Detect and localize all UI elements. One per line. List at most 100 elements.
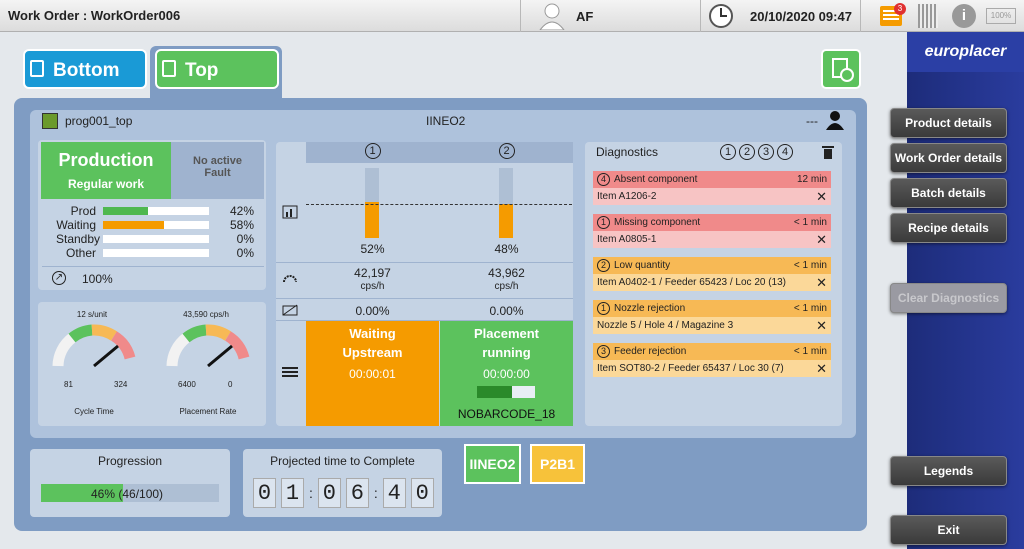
filter-1[interactable]: 1 — [720, 144, 736, 160]
diagnostics-title: Diagnostics — [596, 145, 659, 159]
head-status-line2: Upstream — [342, 345, 403, 360]
machine-name: IINEO2 — [426, 114, 466, 128]
progression-title: Progression — [97, 454, 163, 468]
gauge-dial — [166, 324, 250, 368]
tab-bottom-label: Bottom — [53, 60, 120, 81]
diagnostic-title: Missing component — [614, 217, 701, 228]
barcode-icon[interactable] — [918, 4, 938, 28]
rejection-icon — [282, 304, 298, 319]
line-machine-p2b1[interactable]: P2B1 — [530, 444, 585, 484]
gauge-min: 6400 — [178, 380, 196, 389]
filter-2[interactable]: 2 — [739, 144, 755, 160]
work-order-details-button[interactable]: Work Order details — [890, 143, 1007, 173]
head-number-badge: 2 — [498, 143, 515, 159]
program-name: prog001_top — [65, 114, 133, 128]
battery-icon: 100% — [986, 8, 1016, 24]
prod-row-label: Standby — [56, 232, 101, 246]
head-rejection: 0.00% — [489, 304, 524, 318]
head-rejection: 0.00% — [355, 304, 390, 318]
menu-icon[interactable] — [282, 367, 298, 369]
fault-status: No active Fault — [171, 142, 264, 199]
diagnostic-detail: Item A0402-1 / Feeder 65423 / Loc 20 (13… — [597, 277, 787, 288]
head-filter[interactable]: 1234 — [720, 144, 793, 160]
gauge-min: 81 — [64, 380, 73, 389]
divider — [276, 262, 573, 263]
schedule-button[interactable] — [821, 49, 861, 89]
prod-row-label: Waiting — [56, 218, 96, 232]
diagnostic-item[interactable]: 4 Absent component 12 min Item A1206-2 ✕ — [593, 171, 831, 206]
batch-details-button[interactable]: Batch details — [890, 178, 1007, 208]
diagnostic-title: Feeder rejection — [614, 346, 687, 357]
legends-button[interactable]: Legends — [890, 456, 1007, 486]
filter-4[interactable]: 4 — [777, 144, 793, 160]
prod-row-value: 0% — [236, 246, 254, 260]
time-digit: 6 — [345, 478, 369, 508]
speed-icon — [282, 271, 298, 286]
user-icon — [538, 2, 566, 33]
diagnostic-detail: Item A1206-2 — [597, 191, 657, 202]
head-status-line2: running — [482, 345, 531, 360]
diagnostic-item[interactable]: 3 Feeder rejection < 1 min Item SOT80-2 / … — [593, 343, 831, 378]
gauge-label: Placement Rate — [179, 407, 237, 416]
close-icon[interactable]: ✕ — [816, 319, 827, 332]
head-barcode: NOBARCODE_18 — [457, 407, 556, 421]
brand-logo: europlacer — [907, 32, 1024, 72]
product-details-button[interactable]: Product details — [890, 108, 1007, 138]
chart-icon — [282, 205, 298, 222]
diagnostic-time: 12 min — [796, 174, 827, 185]
time-digit: 1 — [281, 478, 304, 508]
work-order-title: Work Order : WorkOrder006 — [8, 8, 181, 23]
diagnostic-head: 1 — [597, 302, 610, 315]
head-number: 2 — [440, 143, 573, 159]
line-machine-iineo2[interactable]: IINEO2 — [464, 444, 521, 484]
time-digit: 0 — [410, 478, 434, 508]
gauge-max: 0 — [228, 380, 233, 389]
close-icon[interactable]: ✕ — [816, 276, 827, 289]
diagnostic-item[interactable]: 1 Missing component < 1 min Item A0805-1 ✕ — [593, 214, 831, 249]
diagnostic-item[interactable]: 2 Low quantity < 1 min Item A0402-1 / Feed… — [593, 257, 831, 292]
gauge-top-label: 43,590 cps/h — [183, 310, 229, 319]
efficiency-value: 100% — [82, 272, 113, 286]
progression-text: 46% (46/100) — [91, 487, 164, 501]
head-load-bar — [365, 168, 379, 238]
head-load-pct: 52% — [360, 242, 385, 256]
head-status-time: 00:00:01 — [349, 367, 396, 381]
time-colon: : — [373, 485, 378, 501]
clock-icon — [708, 3, 734, 32]
diagnostic-time: < 1 min — [793, 346, 827, 357]
diagnostic-time: < 1 min — [793, 303, 827, 314]
prod-row-label: Other — [65, 246, 96, 260]
time-digit: 4 — [382, 478, 406, 508]
close-icon[interactable]: ✕ — [816, 233, 827, 246]
gauge-max: 324 — [114, 380, 128, 389]
trash-icon[interactable] — [821, 144, 835, 163]
prod-row-fill — [103, 207, 148, 215]
close-icon[interactable]: ✕ — [816, 362, 827, 375]
exit-button[interactable]: Exit — [890, 515, 1007, 545]
clear-diagnostics-button[interactable]: Clear Diagnostics — [890, 283, 1007, 313]
head-load-pct: 48% — [494, 242, 519, 256]
filter-3[interactable]: 3 — [758, 144, 774, 160]
time-colon: : — [309, 485, 313, 501]
head-cps: 43,962 — [488, 266, 525, 280]
projected-title: Projected time to Complete — [270, 454, 415, 468]
head-cps-unit: cps/h — [360, 281, 385, 292]
head-status: Waiting Upstream 00:00:01 — [306, 321, 439, 426]
head-number-badge: 1 — [364, 143, 381, 159]
head-status-time: 00:00:00 — [483, 367, 530, 381]
diagnostic-item[interactable]: 1 Nozzle rejection < 1 min Nozzle 5 / Hole… — [593, 300, 831, 335]
notification-badge: 3 — [894, 3, 906, 15]
recipe-details-button[interactable]: Recipe details — [890, 213, 1007, 243]
head-status-line1: Waiting — [349, 326, 396, 341]
head-load-bar — [499, 168, 513, 238]
divider — [520, 0, 521, 32]
divider — [700, 0, 701, 32]
operator-dashes: --- — [806, 114, 818, 128]
head-cps-unit: cps/h — [494, 281, 519, 292]
barcode-progress — [477, 386, 535, 398]
close-icon[interactable]: ✕ — [816, 190, 827, 203]
info-icon[interactable]: i — [952, 4, 976, 28]
head-cps: 42,197 — [354, 266, 391, 280]
prod-row-value: 42% — [229, 204, 254, 218]
date-time: 20/10/2020 09:47 — [750, 9, 852, 24]
